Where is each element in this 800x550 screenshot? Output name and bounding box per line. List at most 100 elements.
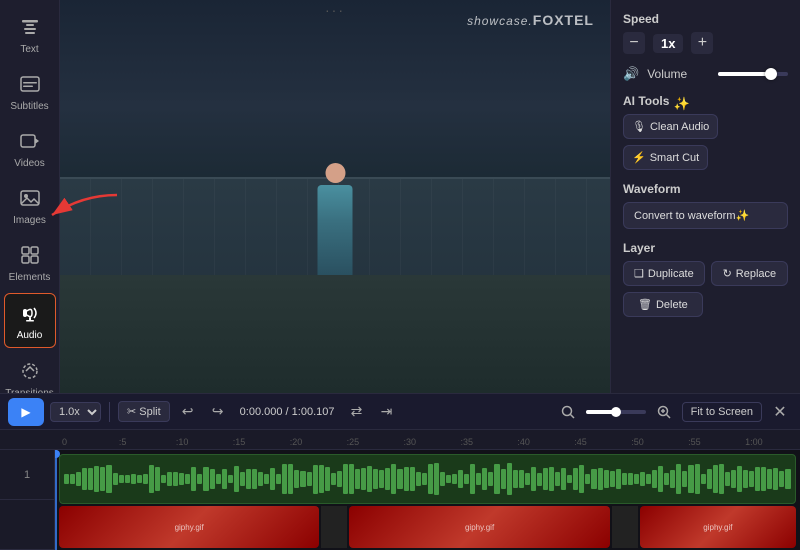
waveform-bar <box>203 467 208 490</box>
elements-icon <box>19 244 41 269</box>
waveform-bar <box>488 472 493 486</box>
close-button[interactable]: ✕ <box>768 400 792 424</box>
waveform-bar <box>258 472 263 487</box>
waveform-bar <box>404 467 409 491</box>
duplicate-button[interactable]: ❑ Duplicate <box>623 261 705 286</box>
waveform-bar <box>779 471 784 487</box>
playhead <box>55 450 57 550</box>
sidebar-item-subtitles[interactable]: Subtitles <box>4 65 56 118</box>
waveform-bar <box>428 464 433 495</box>
gif-clip-thumb-1: giphy.gif <box>59 506 319 548</box>
waveform-bar <box>76 472 81 486</box>
volume-slider[interactable] <box>718 72 788 76</box>
sidebar-item-videos[interactable]: Videos <box>4 122 56 175</box>
convert-waveform-button[interactable]: Convert to waveform✨ <box>623 202 788 229</box>
waveform-bar <box>264 474 269 483</box>
gif-clip-3[interactable]: giphy.gif <box>349 506 609 548</box>
waveform-bar <box>113 473 118 485</box>
waveform-bar <box>422 473 427 485</box>
zoom-in-button[interactable] <box>652 400 676 424</box>
play-button[interactable]: ▶ <box>8 398 44 426</box>
sidebar-item-audio[interactable]: Audio <box>4 293 56 348</box>
figure-head <box>325 163 345 183</box>
sidebar-item-transitions[interactable]: Transitions <box>4 352 56 393</box>
sidebar: Text Subtitles Videos <box>0 0 60 393</box>
waveform-bar <box>761 467 766 490</box>
ai-tools-row: 🎙 Clean Audio ⚡ Smart Cut <box>623 114 788 170</box>
sidebar-item-images[interactable]: Images <box>4 179 56 232</box>
gif-clip-1[interactable]: giphy.gif <box>59 506 319 548</box>
link-button[interactable]: ⇄ <box>344 400 368 424</box>
replace-label: Replace <box>736 268 776 280</box>
timeline-labels: 1 <box>0 450 55 550</box>
redo-button[interactable]: ↪ <box>206 400 230 424</box>
waveform-bar <box>543 468 548 490</box>
waveform-bar <box>519 470 524 488</box>
waveform-bar <box>361 468 366 490</box>
clean-audio-button[interactable]: 🎙 Clean Audio <box>623 114 718 139</box>
replace-icon: ↻ <box>723 267 732 280</box>
speed-select[interactable]: 1.0x 0.5x 1.5x 2.0x <box>50 402 101 422</box>
waveform-bar <box>670 470 675 488</box>
waveform-bar <box>755 467 760 491</box>
waveform-bar <box>307 472 312 487</box>
waveform-bar <box>573 468 578 490</box>
delete-button[interactable]: 🗑 Delete <box>623 292 703 317</box>
waveform-bar <box>555 472 560 486</box>
waveform-bar <box>131 474 136 483</box>
waveform-bar <box>391 464 396 494</box>
speed-section: Speed − 1x + <box>623 12 788 54</box>
gif-clip-5[interactable]: giphy.gif <box>640 506 796 548</box>
waveform-bar <box>658 466 663 491</box>
split-button[interactable]: ✂ Split <box>118 401 170 422</box>
timecode: 0:00.000 / 1:00.107 <box>240 406 335 418</box>
waveform-bar <box>701 474 706 484</box>
timeline-ruler: 0:5:10:15:20:25:30:35:40:45:50:551:00 <box>0 430 800 450</box>
track-label-1: 1 <box>0 450 54 500</box>
ai-sparkle-icon: ✨ <box>673 96 689 112</box>
layer-label: Layer <box>623 241 788 255</box>
delete-icon: 🗑 <box>638 298 652 311</box>
speed-row: − 1x + <box>623 32 788 54</box>
waveform-bar <box>88 468 93 490</box>
waveform-bar <box>288 464 293 493</box>
audio-track[interactable] <box>59 454 796 504</box>
speed-minus-button[interactable]: − <box>623 32 645 54</box>
waveform-bar <box>695 464 700 494</box>
right-panel: Speed − 1x + 🔊 Volume AI Tools ✨ <box>610 0 800 393</box>
waveform-bar <box>622 473 627 485</box>
gif-track: giphy.gif giphy.gif giphy.gif <box>59 506 796 548</box>
undo-button[interactable]: ↩ <box>176 400 200 424</box>
sidebar-subtitles-label: Subtitles <box>10 101 48 112</box>
gif-clip-4[interactable] <box>612 506 638 548</box>
zoom-slider[interactable] <box>586 410 646 414</box>
text-icon <box>19 16 41 41</box>
waveform-bar <box>228 475 233 484</box>
images-icon <box>19 187 41 212</box>
ai-tools-label: AI Tools <box>623 94 669 108</box>
speed-plus-button[interactable]: + <box>691 32 713 54</box>
waveform-bar <box>106 465 111 492</box>
waveform-bar <box>355 469 360 489</box>
jump-button[interactable]: ⇥ <box>374 400 398 424</box>
waveform-bar <box>476 473 481 485</box>
sidebar-audio-label: Audio <box>17 330 43 341</box>
duplicate-icon: ❑ <box>634 267 644 280</box>
replace-button[interactable]: ↻ Replace <box>711 261 788 286</box>
audio-icon <box>19 302 41 327</box>
waveform-bar <box>604 470 609 487</box>
waveform-bar <box>585 474 590 484</box>
zoom-search-button[interactable] <box>556 400 580 424</box>
waveform-bar <box>591 469 596 488</box>
waveform-bar <box>610 471 615 487</box>
waveform-bar <box>525 473 530 486</box>
subtitles-icon <box>19 73 41 98</box>
sidebar-images-label: Images <box>13 215 46 226</box>
fit-screen-button[interactable]: Fit to Screen <box>682 402 762 422</box>
zoom-row <box>586 410 646 414</box>
smart-cut-button[interactable]: ⚡ Smart Cut <box>623 145 708 170</box>
sidebar-item-elements[interactable]: Elements <box>4 236 56 289</box>
volume-fill <box>718 72 767 76</box>
gif-clip-2[interactable] <box>321 506 347 548</box>
sidebar-item-text[interactable]: Text <box>4 8 56 61</box>
